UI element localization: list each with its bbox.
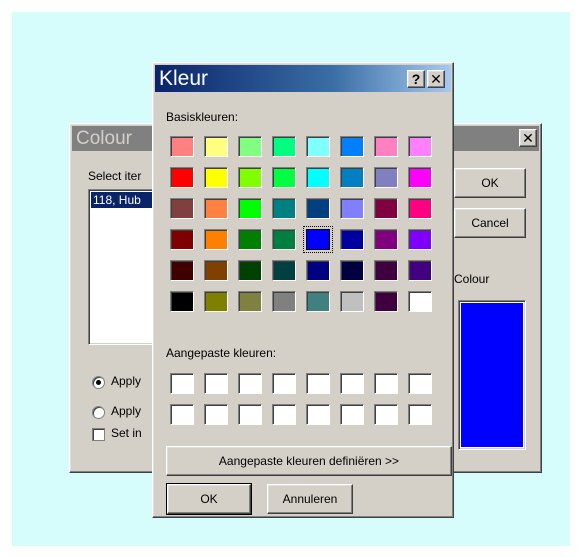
basic-color-swatch[interactable] bbox=[408, 167, 432, 188]
kleur-dialog-title: Kleur bbox=[159, 67, 209, 90]
basic-color-swatch[interactable] bbox=[374, 198, 398, 219]
basic-color-swatch[interactable] bbox=[408, 229, 432, 250]
colour-label: Colour bbox=[454, 272, 490, 286]
select-item-label: Select iter bbox=[88, 169, 142, 183]
custom-colors-label: Aangepaste kleuren: bbox=[166, 346, 277, 360]
kleur-dialog: Kleur ? ✕ Basiskleuren: Aangepaste kleur… bbox=[152, 62, 454, 518]
ok-button[interactable]: OK bbox=[454, 168, 526, 198]
custom-color-swatch[interactable] bbox=[272, 404, 296, 425]
custom-color-swatch[interactable] bbox=[306, 373, 330, 394]
set-in-checkbox-label: Set in bbox=[111, 426, 142, 440]
basic-color-swatch[interactable] bbox=[408, 136, 432, 157]
basic-color-swatch[interactable] bbox=[238, 136, 262, 157]
set-in-checkbox[interactable] bbox=[92, 428, 105, 441]
basic-color-swatch[interactable] bbox=[306, 291, 330, 312]
basic-color-swatch[interactable] bbox=[170, 229, 194, 250]
basic-color-swatch[interactable] bbox=[238, 167, 262, 188]
basic-color-swatch[interactable] bbox=[204, 260, 228, 281]
custom-color-swatch[interactable] bbox=[340, 404, 364, 425]
apply-radio-2-label: Apply bbox=[111, 404, 142, 418]
basic-color-swatch[interactable] bbox=[272, 198, 296, 219]
colour-preview bbox=[461, 303, 523, 447]
basic-color-swatch[interactable] bbox=[204, 167, 228, 188]
custom-color-swatch[interactable] bbox=[272, 373, 296, 394]
custom-color-swatch[interactable] bbox=[238, 373, 262, 394]
basic-color-swatch[interactable] bbox=[340, 260, 364, 281]
basic-color-swatch[interactable] bbox=[238, 198, 262, 219]
basic-colors-label: Basiskleuren: bbox=[166, 110, 239, 124]
colour-dialog-close-button[interactable]: ✕ bbox=[519, 129, 537, 147]
define-custom-colors-button[interactable]: Aangepaste kleuren definiëren >> bbox=[166, 446, 452, 476]
basic-color-swatch[interactable] bbox=[340, 136, 364, 157]
apply-radio-2[interactable] bbox=[92, 406, 105, 419]
kleur-cancel-button[interactable]: Annuleren bbox=[267, 484, 353, 514]
basic-color-swatch[interactable] bbox=[238, 229, 262, 250]
ok-button-label: OK bbox=[481, 176, 499, 190]
basic-color-swatch[interactable] bbox=[170, 167, 194, 188]
basic-color-swatch[interactable] bbox=[408, 260, 432, 281]
custom-color-swatch[interactable] bbox=[374, 373, 398, 394]
custom-color-swatch[interactable] bbox=[374, 404, 398, 425]
question-icon: ? bbox=[411, 71, 421, 87]
basic-color-swatch[interactable] bbox=[374, 136, 398, 157]
basic-color-swatch[interactable] bbox=[303, 226, 333, 253]
apply-radio-1[interactable] bbox=[92, 376, 105, 389]
define-custom-colors-label: Aangepaste kleuren definiëren >> bbox=[218, 454, 400, 468]
basic-color-swatch[interactable] bbox=[238, 260, 262, 281]
basic-color-swatch[interactable] bbox=[374, 229, 398, 250]
kleur-cancel-label: Annuleren bbox=[282, 492, 338, 506]
basic-color-swatch[interactable] bbox=[272, 260, 296, 281]
custom-color-swatch[interactable] bbox=[306, 404, 330, 425]
custom-color-swatch[interactable] bbox=[408, 404, 432, 425]
basic-color-swatch[interactable] bbox=[340, 167, 364, 188]
basic-color-swatch[interactable] bbox=[170, 291, 194, 312]
custom-color-swatch[interactable] bbox=[238, 404, 262, 425]
basic-color-swatch[interactable] bbox=[272, 291, 296, 312]
basic-color-swatch[interactable] bbox=[374, 291, 398, 312]
basic-color-swatch[interactable] bbox=[170, 198, 194, 219]
basic-color-swatch[interactable] bbox=[204, 229, 228, 250]
custom-color-swatch[interactable] bbox=[170, 404, 194, 425]
basic-color-swatch[interactable] bbox=[238, 291, 262, 312]
basic-color-swatch[interactable] bbox=[408, 198, 432, 219]
basic-color-swatch[interactable] bbox=[272, 136, 296, 157]
basic-color-swatch[interactable] bbox=[306, 198, 330, 219]
custom-color-swatch[interactable] bbox=[170, 373, 194, 394]
colour-dialog-title: Colour bbox=[76, 128, 132, 149]
basic-color-swatch[interactable] bbox=[306, 260, 330, 281]
close-icon: ✕ bbox=[430, 70, 442, 87]
custom-color-swatch[interactable] bbox=[408, 373, 432, 394]
basic-color-swatch[interactable] bbox=[204, 136, 228, 157]
basic-color-swatch[interactable] bbox=[272, 229, 296, 250]
custom-color-swatch[interactable] bbox=[204, 404, 228, 425]
kleur-close-button[interactable]: ✕ bbox=[427, 70, 445, 88]
cancel-button-label: Cancel bbox=[471, 216, 509, 230]
cancel-button[interactable]: Cancel bbox=[454, 208, 526, 238]
basic-color-swatch[interactable] bbox=[340, 291, 364, 312]
basic-color-swatch[interactable] bbox=[408, 291, 432, 312]
apply-radio-1-label: Apply bbox=[111, 374, 142, 388]
basic-color-swatch[interactable] bbox=[204, 198, 228, 219]
basic-color-swatch[interactable] bbox=[170, 260, 194, 281]
desktop-background: Colour ✕ Select iter 118, Hub OK Cancel … bbox=[12, 12, 570, 546]
basic-color-swatch[interactable] bbox=[374, 260, 398, 281]
colour-preview-frame bbox=[458, 300, 526, 450]
basic-color-swatch[interactable] bbox=[374, 167, 398, 188]
basic-color-swatch[interactable] bbox=[204, 291, 228, 312]
help-button[interactable]: ? bbox=[407, 70, 425, 88]
kleur-ok-label: OK bbox=[200, 492, 218, 506]
custom-color-swatch[interactable] bbox=[340, 373, 364, 394]
close-icon: ✕ bbox=[522, 129, 534, 146]
basic-color-swatch[interactable] bbox=[170, 136, 194, 157]
basic-color-swatch[interactable] bbox=[306, 136, 330, 157]
basic-color-swatch[interactable] bbox=[340, 198, 364, 219]
kleur-ok-button[interactable]: OK bbox=[166, 483, 252, 515]
basic-color-swatch[interactable] bbox=[306, 167, 330, 188]
basic-color-swatch[interactable] bbox=[340, 229, 364, 250]
basic-color-swatch[interactable] bbox=[272, 167, 296, 188]
custom-color-swatch[interactable] bbox=[204, 373, 228, 394]
